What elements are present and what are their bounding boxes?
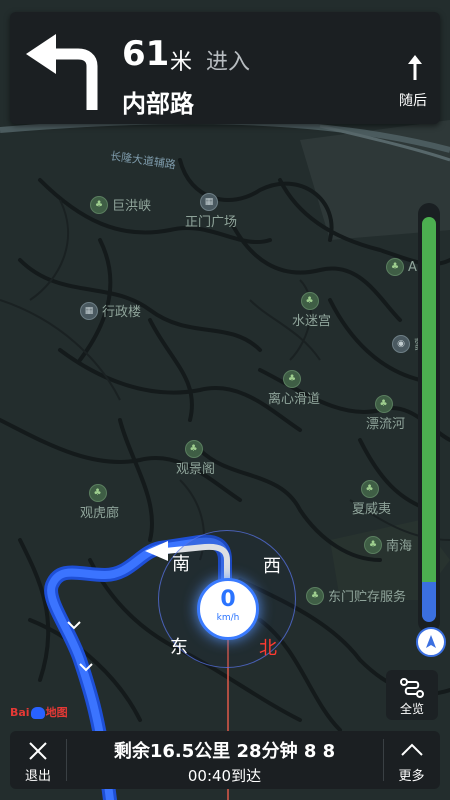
compass-south: 南: [172, 554, 190, 575]
remaining-distance-time: 剩余16.5公里 28分钟 8 8: [113, 741, 336, 762]
poi-a[interactable]: ♣ A: [386, 258, 417, 276]
speed-unit: km/h: [216, 613, 240, 623]
poi-icon: ♣: [300, 292, 319, 310]
poi-dongmen[interactable]: ♣ 东门贮存服务: [306, 586, 406, 605]
compass-east: 东: [170, 637, 188, 658]
route-overview-icon: [400, 678, 424, 698]
turn-left-icon: [26, 34, 98, 110]
location-arrow-icon: [426, 635, 436, 648]
speed-indicator: 0 km/h: [197, 578, 259, 640]
poi-piaoliuhe[interactable]: ♣ 漂流河: [366, 395, 405, 432]
poi-icon: ◉: [392, 334, 410, 353]
chevron-up-icon: [401, 743, 423, 756]
route-progress-bar: [418, 203, 440, 633]
distance-value: 61: [122, 34, 170, 74]
more-label: 更多: [398, 769, 425, 784]
compass-west: 西: [263, 556, 281, 577]
distance-unit: 米: [170, 50, 193, 75]
exit-label: 退出: [24, 769, 51, 784]
progress-remaining: [422, 217, 436, 621]
close-icon: [29, 742, 47, 760]
poi-shuimigong[interactable]: ♣ 水迷宫: [292, 292, 331, 329]
poi-guanhulang[interactable]: ♣ 观虎廊: [80, 484, 119, 521]
overview-button[interactable]: 全览: [386, 670, 438, 720]
poi-icon: ♣: [360, 480, 379, 498]
speed-value: 0: [220, 587, 236, 612]
arrival-time: 00:40到达: [187, 767, 262, 785]
poi-icon: ♣: [283, 370, 301, 388]
action-text: 进入: [206, 50, 251, 75]
poi-icon: ♣: [374, 395, 393, 413]
poi-icon: ♣: [90, 195, 108, 214]
straight-arrow-icon: [408, 55, 422, 80]
poi-icon: ♣: [386, 258, 404, 276]
poi-icon: ♣: [364, 535, 382, 554]
next-maneuver-label: 随后: [399, 93, 427, 109]
poi-icon: ♣: [184, 440, 203, 458]
trip-info-bar: 退出 剩余16.5公里 28分钟 8 8 00:40到达 更多: [10, 731, 440, 789]
poi-xiaweiyi[interactable]: ♣ 夏威夷: [352, 480, 391, 517]
compass-north: 北: [259, 638, 277, 659]
paw-icon: [30, 707, 45, 719]
poi-zhengmen[interactable]: ▦ 正门广场: [185, 193, 237, 230]
poi-nanhai[interactable]: ♣ 南海: [364, 535, 412, 554]
building-icon: ▦: [200, 193, 218, 211]
poi-icon: ♣: [88, 484, 107, 502]
poi-icon: ♣: [306, 586, 324, 605]
current-location-button[interactable]: [416, 627, 446, 657]
progress-completed: [422, 582, 436, 622]
poi-guanjingge[interactable]: ♣ 观景阁: [176, 440, 215, 477]
baidu-map-logo: Bai 地图: [10, 706, 68, 719]
poi-lixinhuadao[interactable]: ♣ 离心滑道: [268, 370, 320, 407]
exit-button[interactable]: 退出: [10, 731, 66, 789]
overview-label: 全览: [399, 702, 424, 716]
building-icon: ▦: [80, 301, 98, 320]
navigation-instruction-panel[interactable]: 61 米 进入 内部路 随后: [10, 12, 440, 124]
road-name: 内部路: [122, 90, 194, 118]
poi-jihongxia[interactable]: ♣ 巨洪峡: [90, 195, 151, 214]
poi-xingzhenglou[interactable]: ▦ 行政楼: [80, 301, 141, 320]
more-button[interactable]: 更多: [383, 731, 440, 789]
